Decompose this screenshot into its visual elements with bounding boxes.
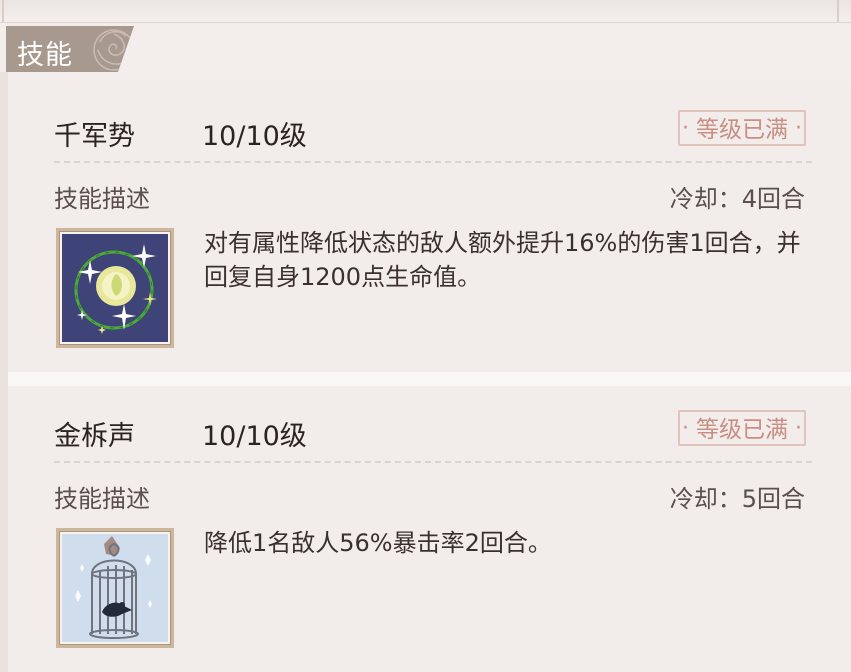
- sparkle-moon-icon: [62, 234, 168, 342]
- rose-ornament-icon: [93, 29, 134, 71]
- divider: [54, 161, 812, 163]
- level-max-badge: 等级已满: [678, 110, 806, 147]
- description-label: 技能描述: [54, 185, 150, 213]
- skill-level: 10/10级: [202, 421, 307, 452]
- level-max-badge: 等级已满: [678, 410, 806, 447]
- skill-name: 千军势: [54, 121, 135, 152]
- skill-description: 对有属性降低状态的敌人额外提升16%的伤害1回合，并回复自身1200点生命值。: [204, 229, 801, 291]
- top-frame: [0, 0, 851, 23]
- left-band: [0, 72, 8, 672]
- skill-icon-frame[interactable]: [56, 228, 174, 348]
- bird-cage-icon: [62, 534, 168, 642]
- skill-card: 金柝声 10/10级 等级已满 技能描述 冷却：5回合: [8, 386, 851, 672]
- section-header: 技能: [6, 26, 134, 72]
- divider: [54, 461, 812, 463]
- skill-description: 降低1名敌人56%暴击率2回合。: [204, 529, 552, 557]
- description-label: 技能描述: [54, 485, 150, 513]
- cooldown-text: 冷却：4回合: [669, 185, 805, 213]
- skill-level: 10/10级: [202, 121, 307, 152]
- skill-card: 千军势 10/10级 等级已满 技能描述 冷却：4回合 对有属性降低状态的敌人额…: [8, 86, 851, 372]
- card-separator: [8, 372, 851, 386]
- section-title: 技能: [17, 40, 73, 71]
- skill-name: 金柝声: [54, 421, 135, 452]
- cooldown-text: 冷却：5回合: [669, 485, 805, 513]
- skill-icon-frame[interactable]: [56, 528, 174, 648]
